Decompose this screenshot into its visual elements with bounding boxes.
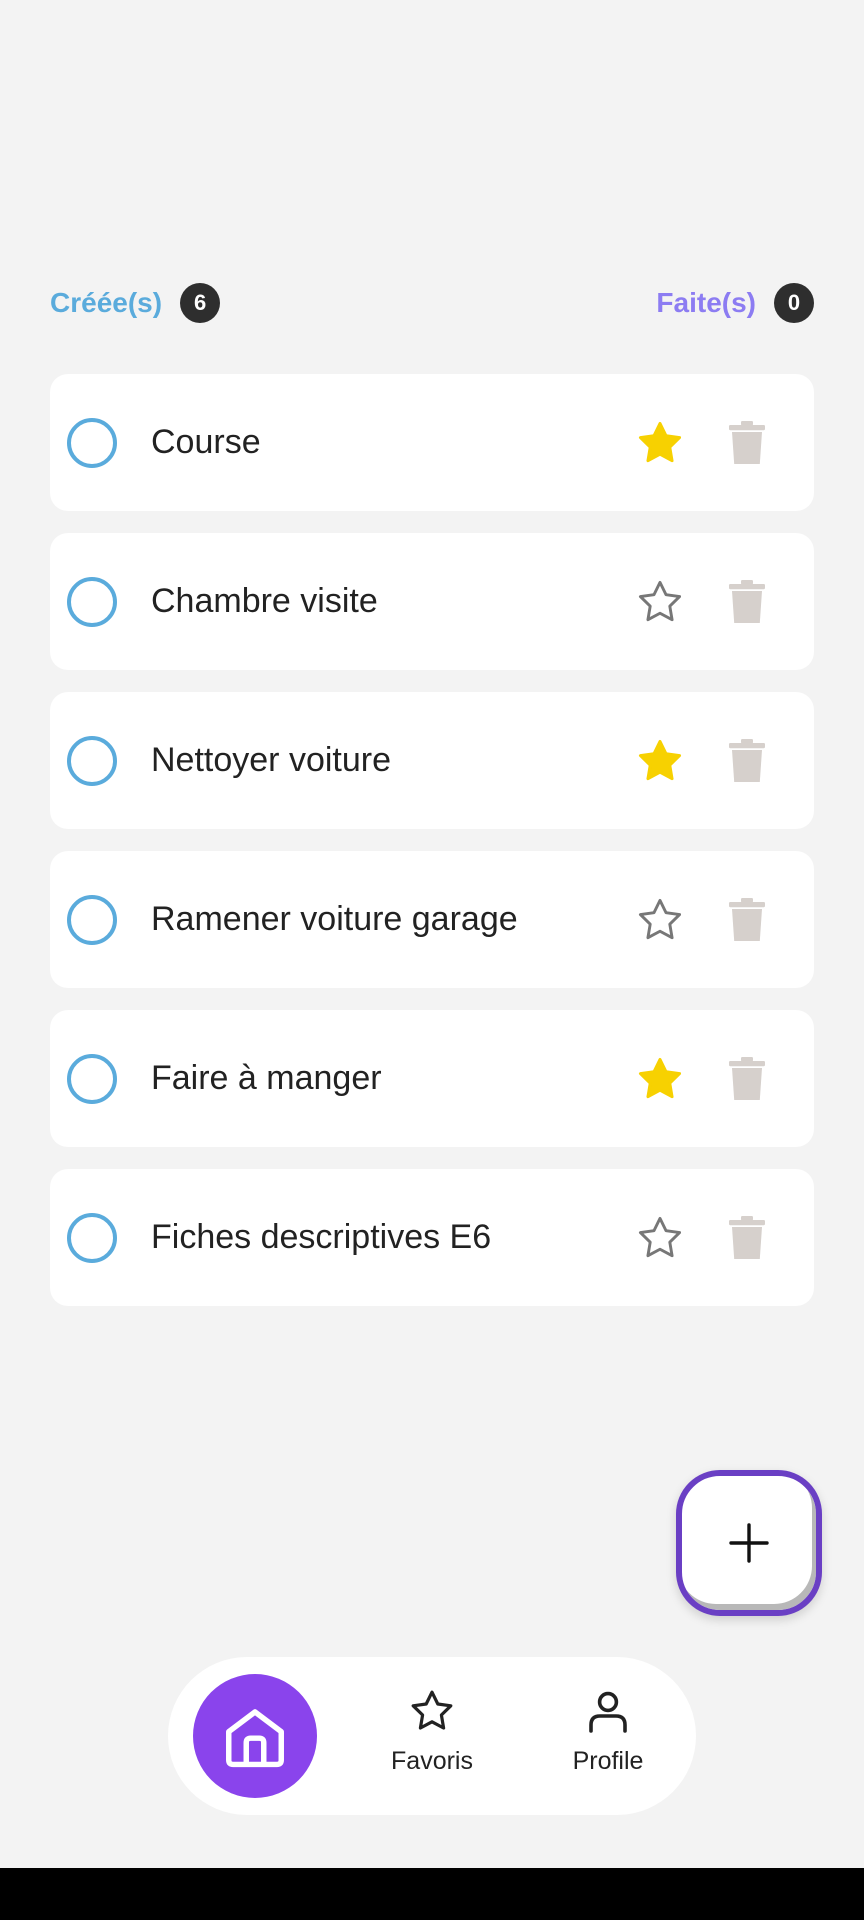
- task-item[interactable]: Ramener voiture garage: [50, 851, 814, 988]
- star-filled-icon[interactable]: [634, 418, 686, 468]
- done-count-badge: 0: [774, 283, 814, 323]
- trash-icon[interactable]: [727, 897, 767, 943]
- star-outline-icon: [411, 1690, 453, 1730]
- trash-icon[interactable]: [727, 738, 767, 784]
- star-outline-icon[interactable]: [634, 577, 686, 627]
- plus-icon: [729, 1523, 769, 1563]
- trash-icon[interactable]: [727, 420, 767, 466]
- nav-profile-label: Profile: [572, 1747, 644, 1775]
- task-item[interactable]: Course: [50, 374, 814, 511]
- user-icon: [589, 1691, 627, 1733]
- done-label: Faite(s): [656, 287, 756, 318]
- nav-favorites-label: Favoris: [391, 1747, 473, 1775]
- star-filled-icon[interactable]: [634, 736, 686, 786]
- task-title: Course: [151, 423, 261, 461]
- task-item[interactable]: Faire à manger: [50, 1010, 814, 1147]
- task-list: Course Chambre visite Nettoyer voiture R…: [50, 374, 814, 1328]
- created-counter[interactable]: Créée(s) 6: [50, 283, 221, 323]
- task-item[interactable]: Fiches descriptives E6: [50, 1169, 814, 1306]
- done-counter[interactable]: Faite(s) 0: [656, 283, 814, 323]
- star-filled-icon[interactable]: [634, 1054, 686, 1104]
- task-title: Ramener voiture garage: [151, 900, 518, 938]
- task-counters: Créée(s) 6 Faite(s) 0: [50, 278, 814, 328]
- created-label: Créée(s): [50, 287, 163, 318]
- task-title: Nettoyer voiture: [151, 741, 391, 779]
- trash-icon[interactable]: [727, 1215, 767, 1261]
- star-outline-icon[interactable]: [634, 1213, 686, 1263]
- trash-icon[interactable]: [727, 1056, 767, 1102]
- bottom-navigation: Favoris Profile: [168, 1657, 696, 1815]
- task-complete-checkbox[interactable]: [67, 418, 117, 468]
- task-title: Chambre visite: [151, 582, 378, 620]
- system-navigation-bar: [0, 1868, 864, 1920]
- task-item[interactable]: Nettoyer voiture: [50, 692, 814, 829]
- nav-favorites[interactable]: Favoris: [362, 1687, 502, 1776]
- created-count-badge: 6: [180, 283, 221, 323]
- task-complete-checkbox[interactable]: [67, 895, 117, 945]
- task-complete-checkbox[interactable]: [67, 736, 117, 786]
- task-complete-checkbox[interactable]: [67, 1213, 117, 1263]
- trash-icon[interactable]: [727, 579, 767, 625]
- task-item[interactable]: Chambre visite: [50, 533, 814, 670]
- task-title: Faire à manger: [151, 1059, 382, 1097]
- task-complete-checkbox[interactable]: [67, 1054, 117, 1104]
- task-complete-checkbox[interactable]: [67, 577, 117, 627]
- nav-profile[interactable]: Profile: [538, 1687, 678, 1776]
- add-task-button[interactable]: [676, 1470, 822, 1616]
- task-title: Fiches descriptives E6: [151, 1218, 492, 1256]
- star-outline-icon[interactable]: [634, 895, 686, 945]
- app-screen: Créée(s) 6 Faite(s) 0 Course Chambre vis…: [0, 0, 864, 1920]
- home-icon: [226, 1709, 284, 1768]
- nav-home-button[interactable]: [193, 1674, 317, 1798]
